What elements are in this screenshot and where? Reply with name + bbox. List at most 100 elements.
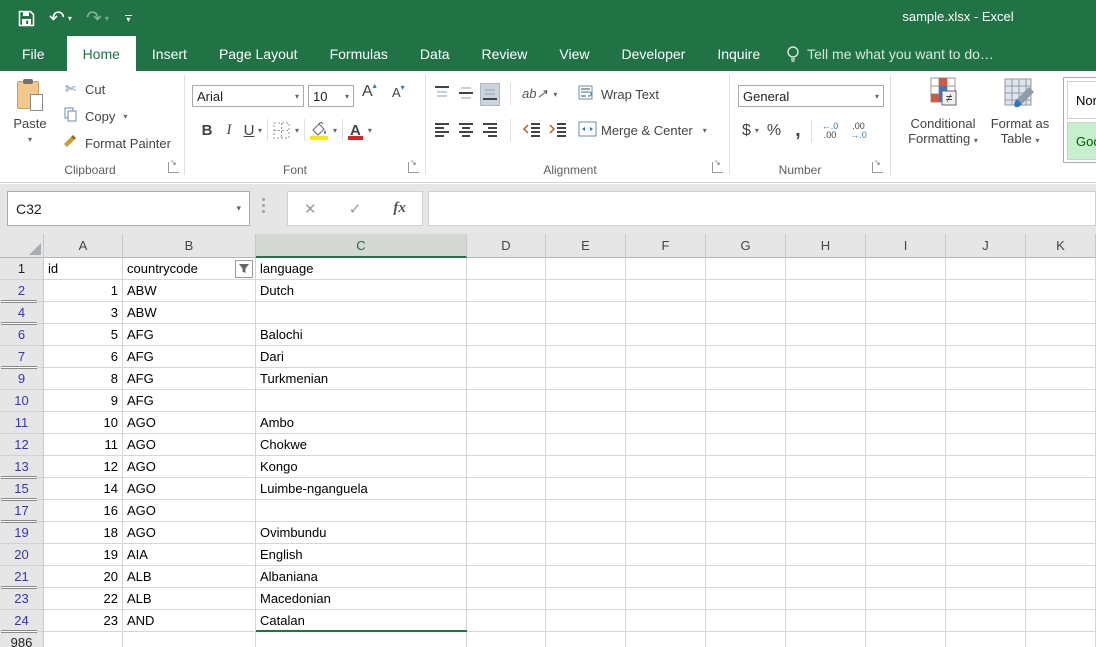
cell-J12[interactable] bbox=[946, 434, 1026, 456]
orientation-dropdown-arrow[interactable]: ▾ bbox=[553, 90, 557, 99]
cell-I11[interactable] bbox=[866, 412, 946, 434]
cell-B2[interactable]: ABW bbox=[123, 280, 256, 302]
cell-H7[interactable] bbox=[786, 346, 866, 368]
top-align-button[interactable] bbox=[433, 84, 451, 105]
cell-G7[interactable] bbox=[706, 346, 786, 368]
cell-G21[interactable] bbox=[706, 566, 786, 588]
cell-B17[interactable]: AGO bbox=[123, 500, 256, 522]
column-header-A[interactable]: A bbox=[44, 234, 123, 258]
cell-D9[interactable] bbox=[467, 368, 546, 390]
cell-J986[interactable] bbox=[946, 632, 1026, 647]
cell-I1[interactable] bbox=[866, 258, 946, 280]
cell-E7[interactable] bbox=[546, 346, 626, 368]
cell-A19[interactable]: 18 bbox=[44, 522, 123, 544]
cell-K11[interactable] bbox=[1026, 412, 1096, 434]
cancel-icon[interactable]: ✕ bbox=[304, 200, 317, 218]
cell-A20[interactable]: 19 bbox=[44, 544, 123, 566]
clipboard-dialog-launcher-icon[interactable] bbox=[168, 162, 179, 173]
comma-style-button[interactable]: , bbox=[795, 119, 801, 142]
merge-center-dropdown-arrow[interactable]: ▾ bbox=[703, 126, 707, 135]
redo-button[interactable]: ↷▾ bbox=[86, 9, 109, 28]
cell-E19[interactable] bbox=[546, 522, 626, 544]
cell-C12[interactable]: Chokwe bbox=[256, 434, 467, 456]
cell-C4[interactable] bbox=[256, 302, 467, 324]
row-header-12[interactable]: 12 bbox=[0, 434, 44, 456]
cell-E2[interactable] bbox=[546, 280, 626, 302]
row-header-1[interactable]: 1 bbox=[0, 258, 44, 280]
cell-A10[interactable]: 9 bbox=[44, 390, 123, 412]
cell-A21[interactable]: 20 bbox=[44, 566, 123, 588]
cell-I20[interactable] bbox=[866, 544, 946, 566]
cell-H17[interactable] bbox=[786, 500, 866, 522]
cell-K1[interactable] bbox=[1026, 258, 1096, 280]
copy-button[interactable]: Copy ▾ bbox=[62, 107, 127, 125]
row-header-15[interactable]: 15 bbox=[0, 478, 44, 500]
row-header-2[interactable]: 2 bbox=[0, 280, 44, 302]
underline-dropdown-arrow[interactable]: ▾ bbox=[258, 126, 262, 135]
cell-G986[interactable] bbox=[706, 632, 786, 647]
cell-C11[interactable]: Ambo bbox=[256, 412, 467, 434]
cell-K21[interactable] bbox=[1026, 566, 1096, 588]
cell-I9[interactable] bbox=[866, 368, 946, 390]
cell-B6[interactable]: AFG bbox=[123, 324, 256, 346]
cell-I23[interactable] bbox=[866, 588, 946, 610]
cell-K24[interactable] bbox=[1026, 610, 1096, 632]
cell-D13[interactable] bbox=[467, 456, 546, 478]
decrease-decimal-icon[interactable]: .00→.0 bbox=[850, 122, 867, 140]
save-icon[interactable] bbox=[18, 10, 35, 27]
cell-I7[interactable] bbox=[866, 346, 946, 368]
cell-C20[interactable]: English bbox=[256, 544, 467, 566]
cell-C17[interactable] bbox=[256, 500, 467, 522]
tab-formulas[interactable]: Formulas bbox=[314, 36, 404, 71]
cell-A1[interactable]: id bbox=[44, 258, 123, 280]
cell-B24[interactable]: AND bbox=[123, 610, 256, 632]
column-header-G[interactable]: G bbox=[706, 234, 786, 258]
cell-G11[interactable] bbox=[706, 412, 786, 434]
cell-F17[interactable] bbox=[626, 500, 706, 522]
cell-I21[interactable] bbox=[866, 566, 946, 588]
undo-button[interactable]: ↶▾ bbox=[49, 9, 72, 28]
format-painter-button[interactable]: Format Painter bbox=[62, 135, 171, 152]
row-header-23[interactable]: 23 bbox=[0, 588, 44, 610]
cell-F23[interactable] bbox=[626, 588, 706, 610]
row-header-21[interactable]: 21 bbox=[0, 566, 44, 588]
row-header-4[interactable]: 4 bbox=[0, 302, 44, 324]
merge-center-button[interactable]: Merge & Center ▾ bbox=[578, 121, 707, 140]
cell-H23[interactable] bbox=[786, 588, 866, 610]
row-header-7[interactable]: 7 bbox=[0, 346, 44, 368]
row-header-11[interactable]: 11 bbox=[0, 412, 44, 434]
cell-J24[interactable] bbox=[946, 610, 1026, 632]
column-header-B[interactable]: B bbox=[123, 234, 256, 258]
cell-E6[interactable] bbox=[546, 324, 626, 346]
cell-H13[interactable] bbox=[786, 456, 866, 478]
insert-function-icon[interactable]: fx bbox=[393, 200, 406, 217]
align-right-button[interactable] bbox=[481, 120, 499, 141]
bold-button[interactable]: B bbox=[196, 122, 218, 139]
tab-review[interactable]: Review bbox=[466, 36, 544, 71]
format-as-table-button[interactable]: Format as Table ▾ bbox=[985, 77, 1055, 146]
cell-G12[interactable] bbox=[706, 434, 786, 456]
cell-A9[interactable]: 8 bbox=[44, 368, 123, 390]
cell-K10[interactable] bbox=[1026, 390, 1096, 412]
cell-G24[interactable] bbox=[706, 610, 786, 632]
cell-F9[interactable] bbox=[626, 368, 706, 390]
row-header-10[interactable]: 10 bbox=[0, 390, 44, 412]
cell-H1[interactable] bbox=[786, 258, 866, 280]
cell-D21[interactable] bbox=[467, 566, 546, 588]
cell-D1[interactable] bbox=[467, 258, 546, 280]
number-format-combobox[interactable]: General▾ bbox=[738, 85, 884, 107]
cell-F11[interactable] bbox=[626, 412, 706, 434]
column-header-F[interactable]: F bbox=[626, 234, 706, 258]
accounting-format-button[interactable]: $ bbox=[742, 122, 751, 140]
cell-J2[interactable] bbox=[946, 280, 1026, 302]
cell-I2[interactable] bbox=[866, 280, 946, 302]
enter-icon[interactable]: ✓ bbox=[349, 200, 362, 218]
row-header-20[interactable]: 20 bbox=[0, 544, 44, 566]
cell-G2[interactable] bbox=[706, 280, 786, 302]
cell-E20[interactable] bbox=[546, 544, 626, 566]
cell-F12[interactable] bbox=[626, 434, 706, 456]
cell-B23[interactable]: ALB bbox=[123, 588, 256, 610]
cell-G15[interactable] bbox=[706, 478, 786, 500]
cell-G17[interactable] bbox=[706, 500, 786, 522]
cell-K6[interactable] bbox=[1026, 324, 1096, 346]
